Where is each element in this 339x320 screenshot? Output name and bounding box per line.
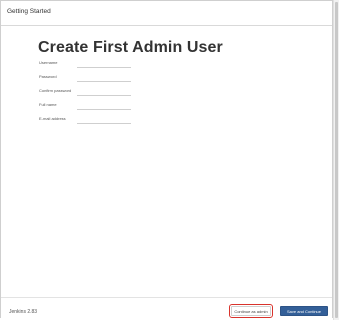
setup-dialog: Getting Started Create First Admin User … [0, 0, 333, 320]
dialog-footer: Jenkins 2.83 Continue as admin Save and … [1, 297, 332, 320]
password-input[interactable] [77, 76, 131, 82]
full-name-row: Full name [39, 102, 139, 112]
email-label: E-mail address [39, 116, 66, 121]
scrollbar[interactable] [333, 0, 339, 320]
confirm-password-input[interactable] [77, 90, 131, 96]
full-name-label: Full name [39, 102, 57, 107]
dialog-content: Create First Admin User Username Passwor… [1, 26, 332, 296]
continue-as-admin-button[interactable]: Continue as admin [229, 304, 273, 318]
password-label: Password [39, 74, 57, 79]
full-name-input[interactable] [77, 104, 131, 110]
scrollbar-thumb[interactable] [335, 2, 338, 318]
save-and-continue-button[interactable]: Save and Continue [280, 306, 328, 316]
version-label: Jenkins 2.83 [9, 309, 38, 315]
username-row: Username [39, 60, 139, 70]
confirm-password-label: Confirm password [39, 88, 72, 93]
page-title: Create First Admin User [38, 39, 223, 56]
username-label: Username [39, 60, 58, 65]
username-input[interactable] [77, 62, 131, 68]
email-input[interactable] [77, 118, 131, 124]
dialog-title: Getting Started [7, 8, 51, 15]
password-row: Password [39, 74, 139, 84]
dialog-header: Getting Started [1, 1, 332, 26]
email-row: E-mail address [39, 116, 139, 126]
confirm-password-row: Confirm password [39, 88, 139, 98]
